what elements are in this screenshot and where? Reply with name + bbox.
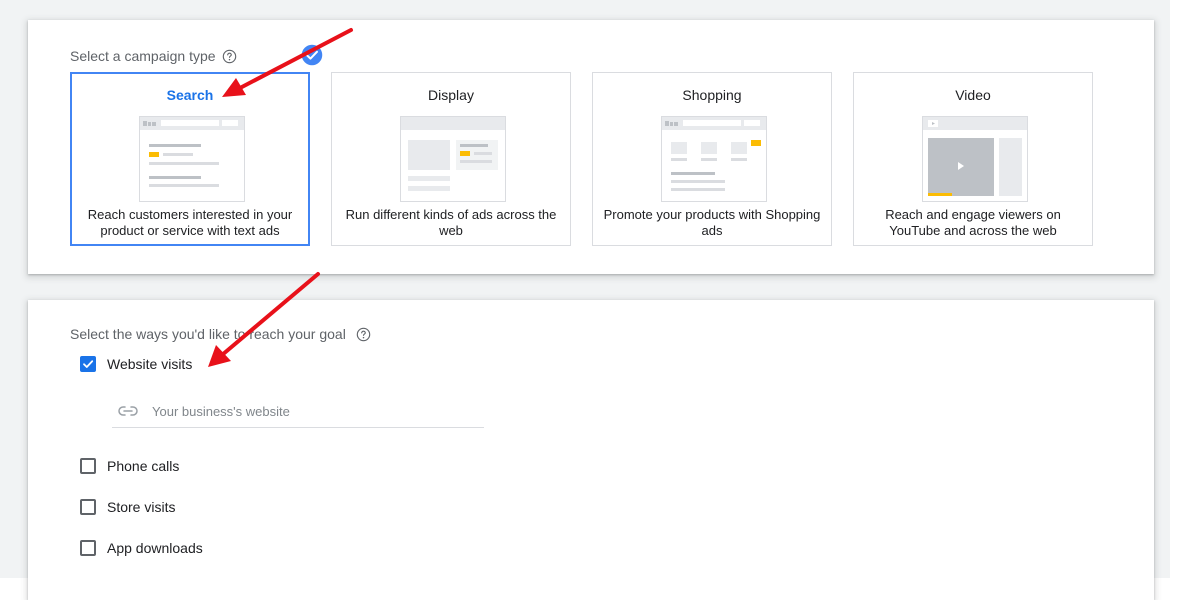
campaign-type-title: Select a campaign type xyxy=(70,48,237,64)
website-url-input[interactable] xyxy=(150,402,474,420)
campaign-type-video-label: Video xyxy=(955,87,991,103)
website-visits-checkbox[interactable] xyxy=(80,356,96,372)
campaign-type-search[interactable]: Search Reach customers interested in you… xyxy=(70,72,310,246)
reach-goal-title-text: Select the ways you'd like to reach your… xyxy=(70,326,346,342)
campaign-type-video[interactable]: Video Reach and engage viewers on YouTub… xyxy=(853,72,1093,246)
campaign-type-card: Select a campaign type Search Reach cust… xyxy=(28,20,1154,274)
store-visits-checkbox[interactable] xyxy=(80,499,96,515)
app-downloads-label: App downloads xyxy=(107,540,203,556)
search-ad-illustration-icon xyxy=(139,116,245,202)
goal-app-downloads[interactable]: App downloads xyxy=(80,540,203,556)
app-downloads-checkbox[interactable] xyxy=(80,540,96,556)
goal-store-visits[interactable]: Store visits xyxy=(80,499,175,515)
help-circle-icon[interactable] xyxy=(222,49,237,64)
goal-phone-calls[interactable]: Phone calls xyxy=(80,458,179,474)
campaign-type-video-description: Reach and engage viewers on YouTube and … xyxy=(885,207,1061,238)
website-url-field[interactable] xyxy=(112,395,484,428)
check-circle-icon xyxy=(300,43,324,67)
campaign-type-shopping[interactable]: Shopping Promote your products with Shop… xyxy=(592,72,832,246)
shopping-ad-illustration-icon xyxy=(661,116,767,202)
phone-calls-label: Phone calls xyxy=(107,458,180,474)
reach-goal-card: Select the ways you'd like to reach your… xyxy=(28,300,1154,600)
campaign-type-display-label: Display xyxy=(428,87,474,103)
goal-website-visits[interactable]: Website visits xyxy=(80,356,192,372)
campaign-type-display-description: Run different kinds of ads across the we… xyxy=(345,207,557,238)
campaign-type-shopping-description: Promote your products with Shopping ads xyxy=(603,207,821,238)
check-icon xyxy=(83,360,94,368)
link-icon xyxy=(118,406,138,416)
help-circle-icon[interactable] xyxy=(356,327,371,342)
store-visits-label: Store visits xyxy=(107,499,176,515)
campaign-type-search-description: Reach customers interested in your produ… xyxy=(87,207,293,238)
phone-calls-checkbox[interactable] xyxy=(80,458,96,474)
campaign-type-search-label: Search xyxy=(166,87,214,103)
website-visits-label: Website visits xyxy=(107,356,193,372)
campaign-type-display[interactable]: Display Run different kinds of ads acros… xyxy=(331,72,571,246)
campaign-type-shopping-label: Shopping xyxy=(682,87,742,103)
display-ad-illustration-icon xyxy=(400,116,506,202)
reach-goal-title: Select the ways you'd like to reach your… xyxy=(70,326,371,342)
campaign-type-title-text: Select a campaign type xyxy=(70,48,216,64)
video-ad-illustration-icon xyxy=(922,116,1028,202)
